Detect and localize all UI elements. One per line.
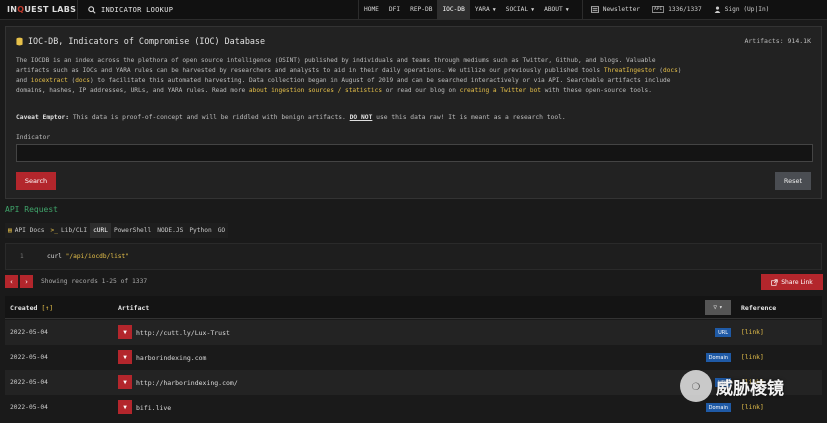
api-tabs: ▤ API Docs >_ Lib/CLI cURL PowerShell NODE.JS P… <box>5 223 229 238</box>
tab-go[interactable]: GO <box>214 223 229 238</box>
newsletter-link[interactable]: Newsletter <box>590 6 641 13</box>
signin-link[interactable]: Sign (Up|In) <box>714 6 770 13</box>
artifact-value[interactable]: harborindexing.com <box>136 354 206 362</box>
indicator-input[interactable] <box>16 144 813 162</box>
col-reference: Reference <box>741 304 777 312</box>
filter-dropdown-button[interactable]: ▽ ▾ <box>705 300 731 315</box>
artifact-value[interactable]: http://cutt.ly/Lux-Trust <box>136 329 230 337</box>
watermark: ❍ 威胁棱镜 <box>680 370 784 402</box>
table-header: Created [↑] Artifact ▽ ▾ Reference <box>5 296 822 319</box>
wechat-icon: ❍ <box>680 370 712 402</box>
col-created[interactable]: Created [↑] <box>10 304 53 312</box>
sort-icon[interactable]: [↑] <box>41 304 53 312</box>
reset-button[interactable]: Reset <box>775 172 811 190</box>
reference-link[interactable]: [link] <box>741 329 764 336</box>
code-line: curl "/api/iocdb/list" <box>47 253 129 260</box>
artifact-type-badge: URL <box>715 328 731 337</box>
api-icon: API <box>652 6 665 13</box>
tab-lib-cli[interactable]: >_ Lib/CLI <box>47 223 91 238</box>
line-number: 1 <box>20 253 24 260</box>
code-snippet: 1 curl "/api/iocdb/list" <box>5 243 822 270</box>
expand-icon[interactable]: ▼ <box>118 325 132 339</box>
api-count: 1336/1337 <box>668 6 702 13</box>
signin-label: Sign (Up|In) <box>724 6 770 13</box>
reference-link[interactable]: [link] <box>741 404 764 411</box>
iocdb-description: The IOCDB is an index across the plethor… <box>16 57 682 94</box>
chevron-down-icon: ▼ <box>492 6 496 13</box>
next-page-button[interactable]: › <box>20 275 33 288</box>
pager: ‹ › <box>5 275 33 288</box>
search-icon <box>88 5 96 14</box>
indicator-lookup-search[interactable]: INDICATOR LOOKUP <box>78 0 358 20</box>
nav-ioc-db[interactable]: IOC-DB <box>437 0 470 20</box>
nav-yara[interactable]: YARA ▼ <box>470 0 501 20</box>
created-date: 2022-05-04 <box>10 329 48 336</box>
indicator-label: Indicator <box>16 134 51 141</box>
expand-icon[interactable]: ▼ <box>118 375 132 389</box>
brand-logo[interactable]: IN Q UEST LABS <box>0 0 78 20</box>
search-button[interactable]: Search <box>16 172 56 190</box>
prev-page-button[interactable]: ‹ <box>5 275 18 288</box>
chevron-down-icon: ▼ <box>531 6 535 13</box>
card-title: IOC-DB, Indicators of Compromise (IOC) D… <box>16 36 265 46</box>
created-date: 2022-05-04 <box>10 354 48 361</box>
tab-python[interactable]: Python <box>186 223 215 238</box>
caveat-emptor: Caveat Emptor: This data is proof-of-con… <box>16 114 566 121</box>
artifact-count: Artifacts: 914.1K <box>744 37 811 45</box>
iocextract-link[interactable]: iocextract <box>31 77 68 84</box>
chevron-down-icon: ▾ <box>719 304 723 311</box>
database-icon <box>16 37 23 45</box>
artifact-value[interactable]: bifi.live <box>136 404 171 412</box>
expand-icon[interactable]: ▼ <box>118 350 132 364</box>
share-icon <box>771 278 778 286</box>
nav-home[interactable]: HOME <box>359 0 384 20</box>
newspaper-icon <box>590 6 599 13</box>
table-row: 2022-05-04 ▼ http://cutt.ly/Lux-Trust URL [l… <box>5 320 822 345</box>
threatingestor-link[interactable]: ThreatIngestor <box>604 67 656 74</box>
api-request-title: API Request <box>5 205 58 214</box>
newsletter-label: Newsletter <box>602 6 641 13</box>
ingestion-sources-link[interactable]: about ingestion sources / statistics <box>249 87 382 94</box>
artifact-value[interactable]: http://harborindexing.com/ <box>136 379 238 387</box>
artifact-type-badge: Domain <box>705 353 731 362</box>
created-date: 2022-05-04 <box>10 379 48 386</box>
watermark-text: 威胁棱镜 <box>716 378 784 399</box>
expand-icon[interactable]: ▼ <box>118 400 132 414</box>
terminal-icon: >_ <box>50 227 58 234</box>
filter-icon: ▽ <box>713 304 717 311</box>
nav-rep-db[interactable]: REP-DB <box>405 0 437 20</box>
col-artifact: Artifact <box>118 304 150 312</box>
artifact-type-badge: Domain <box>705 403 731 412</box>
tab-curl[interactable]: cURL <box>90 223 111 238</box>
table-row: 2022-05-04 ▼ harborindexing.com Domain [link… <box>5 345 822 370</box>
share-link-button[interactable]: Share Link <box>761 274 823 290</box>
iocdb-card: IOC-DB, Indicators of Compromise (IOC) D… <box>5 26 822 199</box>
twitter-bot-link[interactable]: creating a Twitter bot <box>460 87 541 94</box>
nav-dfi[interactable]: DFI <box>384 0 405 20</box>
search-label: INDICATOR LOOKUP <box>101 5 174 14</box>
nav-about[interactable]: ABOUT ▼ <box>539 0 574 20</box>
card-title-text: IOC-DB, Indicators of Compromise (IOC) D… <box>28 36 265 46</box>
user-icon <box>714 6 721 13</box>
reference-link[interactable]: [link] <box>741 354 764 361</box>
threatingestor-docs-link[interactable]: docs <box>663 67 678 74</box>
api-quota[interactable]: API 1336/1337 <box>652 6 702 13</box>
share-link-label: Share Link <box>781 278 813 286</box>
tab-api-docs[interactable]: ▤ API Docs <box>5 223 48 238</box>
nav-links: HOME DFI REP-DB IOC-DB YARA ▼ SOCIAL ▼ ABOUT ▼ <box>358 0 574 20</box>
book-icon: ▤ <box>8 227 12 234</box>
top-navbar: IN Q UEST LABS INDICATOR LOOKUP HOME DFI REP… <box>0 0 827 20</box>
iocextract-docs-link[interactable]: docs <box>75 77 90 84</box>
records-count: Showing records 1-25 of 1337 <box>41 278 148 285</box>
created-date: 2022-05-04 <box>10 404 48 411</box>
tab-powershell[interactable]: PowerShell <box>110 223 155 238</box>
nav-right: Newsletter API 1336/1337 Sign (Up|In) <box>581 0 770 20</box>
tab-node-js[interactable]: NODE.JS <box>154 223 187 238</box>
chevron-down-icon: ▼ <box>565 6 569 13</box>
nav-social[interactable]: SOCIAL ▼ <box>501 0 539 20</box>
